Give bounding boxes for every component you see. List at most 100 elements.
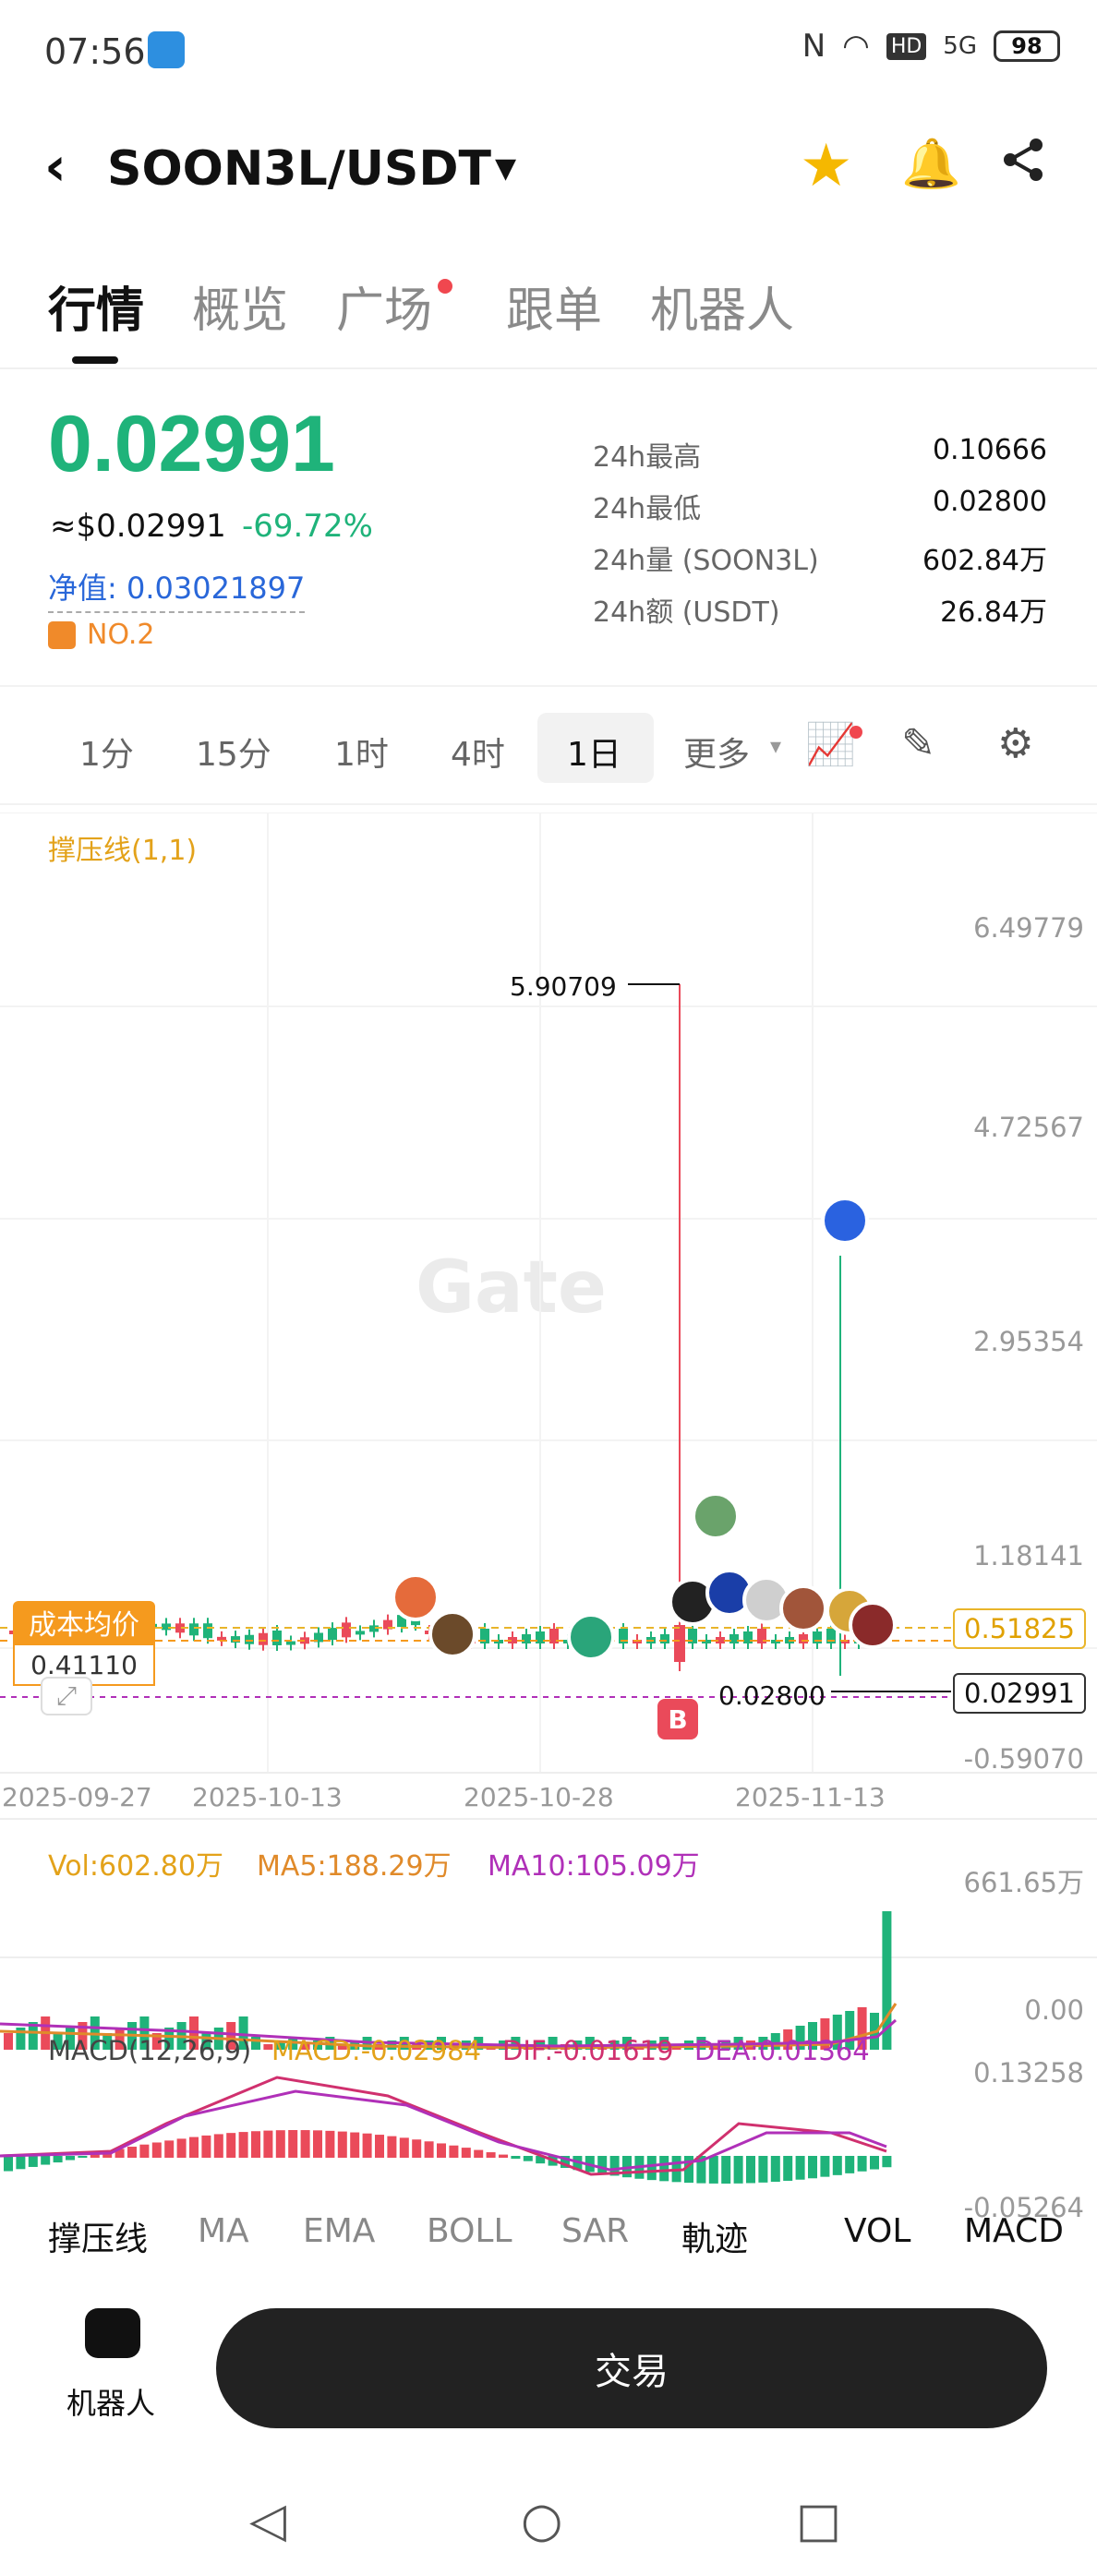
ind-tab[interactable]: EMA	[303, 2212, 375, 2250]
ind-tab[interactable]: SAR	[561, 2212, 629, 2250]
tab-underline	[72, 356, 118, 364]
buy-marker[interactable]: B	[657, 1699, 698, 1739]
candle-body	[259, 1632, 268, 1645]
timeframe-1m[interactable]: 1分	[79, 728, 134, 776]
candle-body	[729, 1634, 739, 1643]
macd-bar	[350, 2132, 360, 2158]
candle-body	[813, 1631, 822, 1643]
macd-legend-name: MACD(12,26,9)	[48, 2035, 252, 2066]
event-avatar-icon	[692, 1492, 740, 1540]
tab-market[interactable]: 行情	[48, 271, 144, 341]
macd-axis-max: 0.13258	[973, 2057, 1084, 2088]
stat-value: 26.84万	[940, 596, 1047, 629]
macd-bar	[151, 2142, 162, 2158]
timeframe-more[interactable]: 更多	[683, 728, 750, 776]
candle-body	[328, 1628, 337, 1641]
timeframe-1h[interactable]: 1时	[334, 728, 389, 776]
stat-value: 602.84万	[922, 545, 1047, 577]
macd-bar	[746, 2156, 755, 2184]
macd-bar	[597, 2156, 608, 2174]
trade-button[interactable]: 交易	[216, 2308, 1047, 2428]
share-icon[interactable]	[997, 134, 1049, 199]
star-icon[interactable]: ★	[800, 132, 852, 200]
back-icon[interactable]: ‹	[44, 139, 66, 193]
macd-bar	[474, 2149, 484, 2158]
event-avatar-icon	[428, 1610, 476, 1658]
event-avatar-icon	[779, 1584, 827, 1632]
macd-bar	[139, 2144, 150, 2158]
support-value: 0.51825	[953, 1608, 1086, 1649]
draw-pencil-icon[interactable]: ✎	[901, 720, 935, 767]
timeframe-15m[interactable]: 15分	[196, 728, 271, 776]
stat-value: 0.02800	[932, 486, 1047, 518]
nav-back-icon[interactable]: ◁	[249, 2493, 286, 2548]
chevron-down-icon[interactable]: ▼	[495, 152, 516, 185]
ind-tab[interactable]: MA	[198, 2212, 249, 2250]
robot-icon[interactable]	[85, 2308, 140, 2358]
main-tabs: 行情 概览 广场 跟单 机器人	[0, 268, 1097, 369]
event-avatar-icon	[821, 1197, 869, 1245]
battery-icon: 98	[994, 30, 1060, 62]
indicator-icon[interactable]: 📈	[805, 720, 856, 768]
macd-bar	[399, 2137, 409, 2158]
high-label: 5.90709	[510, 971, 617, 1002]
timeframe-bar: 1分 15分 1时 4时 1日 更多 ▾ 📈 ✎ ⚙	[0, 685, 1097, 805]
stat-label: 24h最高	[593, 441, 702, 474]
macd-bar	[499, 2154, 508, 2158]
macd-legend-macd: MACD:-0.02984	[271, 2035, 482, 2066]
notification-dot	[438, 279, 452, 294]
macd-bar	[870, 2156, 879, 2170]
chart-overlay	[0, 983, 951, 2176]
rank-badge[interactable]: NO.2	[48, 619, 154, 651]
macd-bar	[275, 2130, 285, 2158]
tab-copy-trade[interactable]: 跟单	[506, 271, 602, 341]
tab-bot[interactable]: 机器人	[650, 271, 794, 341]
nav-home-icon[interactable]: ○	[521, 2493, 562, 2548]
macd-bar	[486, 2152, 496, 2158]
footer: 机器人 交易	[0, 2271, 1097, 2456]
settings-gear-icon[interactable]: ⚙	[997, 720, 1033, 767]
macd-bar	[164, 2140, 175, 2158]
macd-legend-dea: DEA:0.01364	[694, 2035, 870, 2066]
stat-label: 24h最低	[593, 493, 702, 525]
cost-label[interactable]: 成本均价	[13, 1601, 155, 1643]
macd-bar	[337, 2131, 347, 2158]
macd-bar	[511, 2156, 521, 2160]
macd-bar	[288, 2130, 298, 2158]
candle-body	[286, 1641, 295, 1645]
macd-bar	[412, 2139, 422, 2158]
ind-tab[interactable]: BOLL	[427, 2212, 512, 2250]
macd-bar	[461, 2148, 471, 2158]
ind-tab[interactable]: 撑压线	[48, 2212, 148, 2260]
macd-bar	[437, 2143, 446, 2158]
candle-body	[743, 1631, 753, 1643]
nav-value[interactable]: 净值: 0.03021897	[48, 565, 306, 613]
macd-bar	[4, 2156, 13, 2172]
ind-tab[interactable]: 軌迹	[681, 2212, 748, 2260]
event-avatar-icon	[392, 1573, 440, 1621]
stat-label: 24h量 (SOON3L)	[593, 545, 819, 577]
kline-chart[interactable]	[0, 813, 1097, 2207]
tab-square[interactable]: 广场	[336, 271, 432, 341]
ind-tab[interactable]: MACD	[964, 2212, 1064, 2250]
candle-body	[536, 1631, 545, 1643]
signal-icon: 5G	[943, 32, 977, 60]
nav-recent-icon[interactable]: □	[796, 2493, 841, 2548]
tab-overview[interactable]: 概览	[192, 271, 288, 341]
expand-icon[interactable]: ⤢	[41, 1677, 92, 1715]
ind-tab[interactable]: VOL	[844, 2212, 910, 2250]
macd-bar	[733, 2156, 743, 2184]
candle-body	[162, 1623, 171, 1631]
bell-add-icon[interactable]: 🔔	[901, 136, 961, 192]
system-nav-bar: ◁ ○ □	[0, 2456, 1097, 2576]
robot-label[interactable]: 机器人	[66, 2380, 155, 2423]
macd-bar	[213, 2134, 223, 2158]
low-label: 0.02800	[718, 1680, 826, 1711]
timeframe-4h[interactable]: 4时	[451, 728, 505, 776]
pair-title[interactable]: SOON3L/USDT	[107, 141, 491, 197]
timeframe-1d[interactable]: 1日	[567, 728, 621, 776]
candle-body	[203, 1623, 212, 1639]
candle-body	[522, 1634, 531, 1643]
macd-bar	[238, 2132, 248, 2158]
vol-legend: Vol:602.80万	[48, 1850, 223, 1883]
